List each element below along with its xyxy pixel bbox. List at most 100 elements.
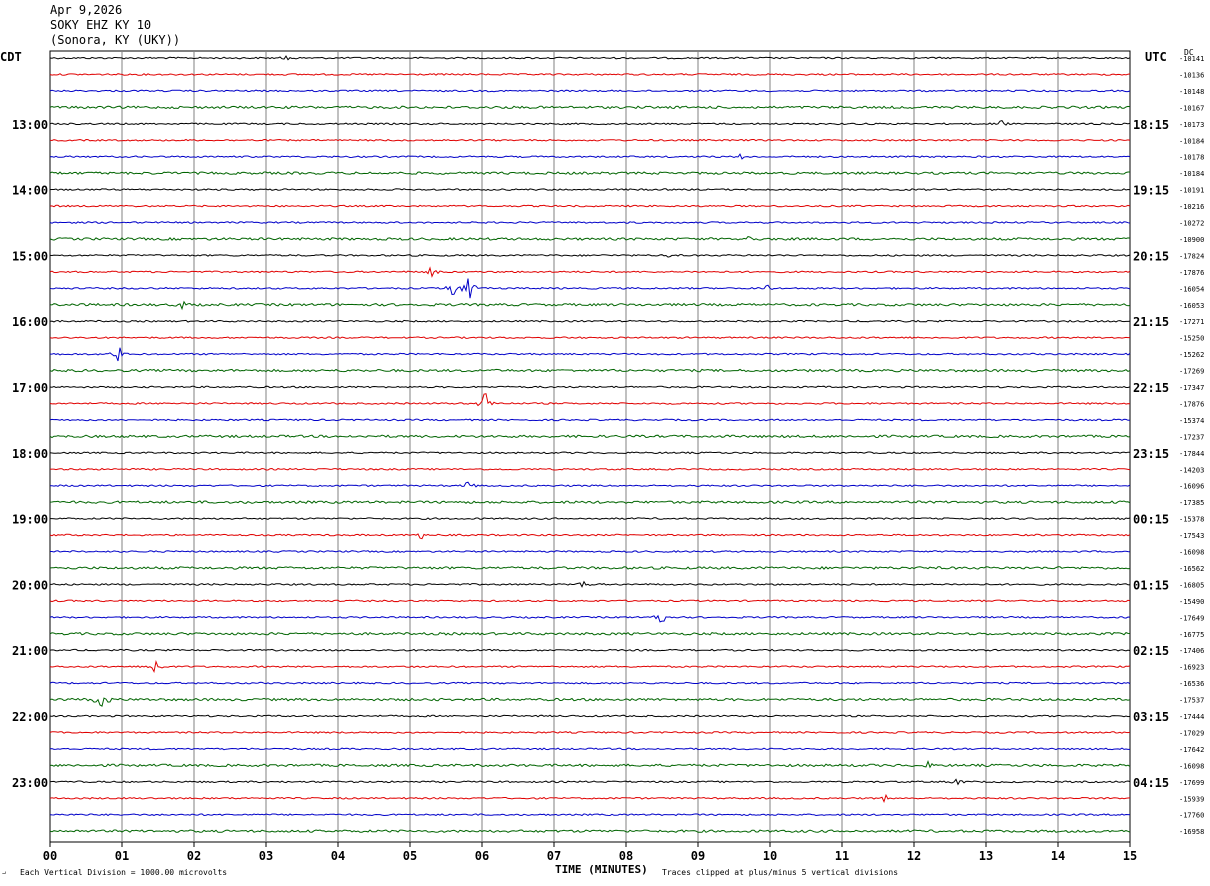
seismic-trace [49,105,1131,110]
x-axis-title: TIME (MINUTES) [555,863,648,876]
x-tick-label: 06 [475,849,489,863]
seismic-trace [49,697,1131,707]
cdt-hour-label: 23:00 [12,776,48,790]
dc-offset-label: -17444 [1179,713,1204,721]
cdt-hour-label: 15:00 [12,249,48,263]
dc-offset-label: -10216 [1179,203,1204,211]
seismic-trace [49,73,1131,76]
dc-offset-label: -16562 [1179,565,1204,573]
dc-offset-label: -16805 [1179,581,1204,589]
seismic-trace [49,221,1131,224]
dc-offset-label: -16536 [1179,680,1204,688]
x-tick-label: 02 [187,849,201,863]
trace-layer [49,55,1131,833]
x-tick-label: 07 [547,849,561,863]
scale-icon: ⨼ [2,868,7,876]
utc-hour-label: 03:15 [1133,710,1169,724]
dc-offset-label: -10167 [1179,104,1204,112]
seismic-trace [49,648,1131,652]
cdt-hour-label: 14:00 [12,184,48,198]
dc-offset-label: -17699 [1179,779,1204,787]
seismic-trace [49,89,1131,93]
dc-offset-label: -17347 [1179,384,1204,392]
x-tick-label: 11 [835,849,849,863]
x-tick-label: 04 [331,849,345,863]
dc-offset-label: -10191 [1179,187,1204,195]
seismic-trace [49,813,1131,817]
scale-note: Each Vertical Division = 1000.00 microvo… [20,868,228,877]
seismic-trace [49,533,1131,540]
seismic-trace [49,659,1131,674]
x-tick-label: 15 [1123,849,1137,863]
clip-note: Traces clipped at plus/minus 5 vertical … [662,868,899,877]
dc-offset-label: -15378 [1179,516,1204,524]
seismic-trace [49,153,1131,160]
seismic-trace [49,434,1131,439]
dc-offset-label: -16923 [1179,664,1204,672]
dc-offset-label: -17385 [1179,499,1204,507]
dc-offset-label: -17269 [1179,368,1204,376]
utc-hour-label: 21:15 [1133,315,1169,329]
x-tick-label: 00 [43,849,57,863]
dc-offset-label: -17271 [1179,318,1204,326]
x-tick-label: 09 [691,849,705,863]
dc-offset-label: -10141 [1179,55,1204,63]
dc-offset-label: -10178 [1179,154,1204,162]
dc-offset-label: -17543 [1179,532,1204,540]
utc-hour-label: 23:15 [1133,447,1169,461]
cdt-hour-label: 22:00 [12,710,48,724]
seismic-trace [49,368,1131,373]
dc-offset-label: -17844 [1179,450,1204,458]
dc-offset-label: -15250 [1179,335,1204,343]
x-tick-label: 03 [259,849,273,863]
dc-offset-label: -10173 [1179,121,1204,129]
seismic-trace [49,385,1131,389]
utc-hour-label: 00:15 [1133,513,1169,527]
helicorder-plot: 00 01 02 03 04 05 06 07 08 09 10 11 12 13 14 15 -10141 -1… [12,50,1204,863]
dc-offset-label: -10148 [1179,88,1204,96]
seismic-trace [49,731,1131,734]
dc-offset-label: -17824 [1179,252,1204,260]
seismic-trace [49,120,1131,126]
x-tick-label: 12 [907,849,921,863]
seismic-trace [49,614,1131,623]
seismic-trace [49,55,1131,61]
seismic-trace [49,266,1131,278]
cdt-hour-label: 16:00 [12,315,48,329]
seismic-trace [50,517,1131,520]
dc-offset-label: -16053 [1179,302,1204,310]
x-tick-label: 10 [763,849,777,863]
seismic-trace [49,300,1131,311]
dc-offset-label: -15490 [1179,598,1204,606]
dc-offset-label: -17649 [1179,614,1204,622]
dc-offset-label: -15939 [1179,795,1204,803]
dc-offset-label: -16054 [1179,285,1204,293]
dc-offset-label: -10272 [1179,220,1204,228]
utc-hour-label: 22:15 [1133,381,1169,395]
seismic-trace [49,393,1131,407]
cdt-hour-label: 21:00 [12,644,48,658]
dc-offset-label: -17406 [1179,647,1204,655]
dc-offset-label: -17537 [1179,697,1204,705]
dc-offset-label: -17876 [1179,400,1204,408]
seismic-trace [49,278,1131,299]
dc-offset-label: -10184 [1179,170,1204,178]
label-layer: 00 01 02 03 04 05 06 07 08 09 10 11 12 13 14 15 -10141 -1… [12,55,1204,863]
seismic-trace [49,793,1131,803]
dc-offset-label: -16098 [1179,762,1204,770]
dc-offset-label: -17029 [1179,729,1204,737]
seismic-trace [49,418,1131,422]
cdt-hour-label: 19:00 [12,513,48,527]
seismic-trace [49,631,1131,636]
dc-offset-label: -17760 [1179,812,1204,820]
seismic-trace [49,188,1131,192]
seismic-trace [49,319,1131,323]
seismic-trace [49,829,1131,833]
seismic-trace [49,451,1130,455]
seismic-trace [49,253,1131,258]
x-tick-label: 01 [115,849,129,863]
cdt-hour-label: 20:00 [12,578,48,592]
dc-offset-label: -16098 [1179,549,1204,557]
seismic-trace [49,500,1131,504]
seismic-trace [50,347,1131,362]
